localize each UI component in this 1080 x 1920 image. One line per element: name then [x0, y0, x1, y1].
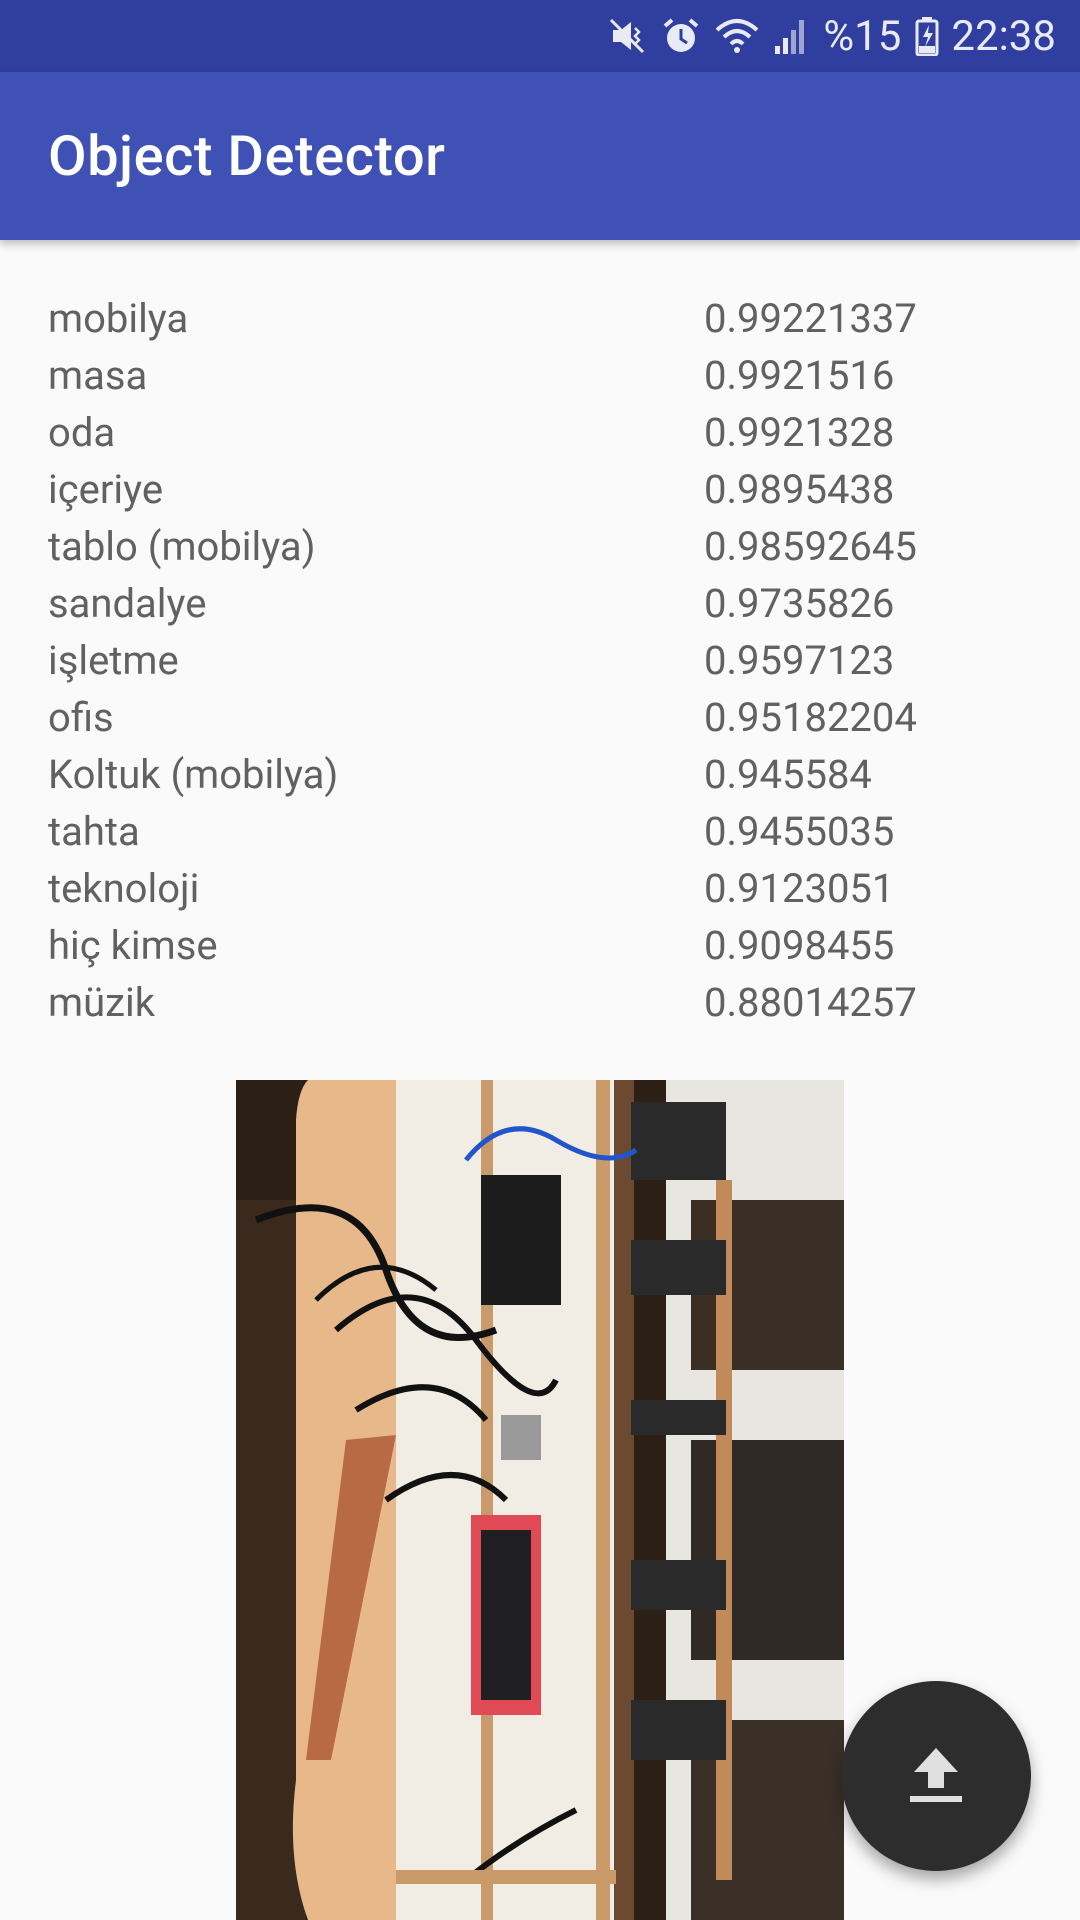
result-label: teknoloji	[48, 865, 200, 912]
result-row: tahta 0.9455035	[48, 803, 1032, 860]
result-row: oda 0.9921328	[48, 404, 1032, 461]
result-score: 0.95182204	[704, 694, 917, 741]
result-row: masa 0.9921516	[48, 347, 1032, 404]
result-label: sandalye	[48, 580, 207, 627]
result-label: tablo (mobilya)	[48, 523, 316, 570]
result-label: Koltuk (mobilya)	[48, 751, 339, 798]
app-bar: Object Detector	[0, 72, 1080, 240]
result-row: işletme 0.9597123	[48, 632, 1032, 689]
result-label: işletme	[48, 637, 179, 684]
signal-icon	[773, 16, 809, 56]
result-score: 0.9098455	[704, 922, 895, 969]
result-label: hiç kimse	[48, 922, 218, 969]
result-score: 0.9895438	[704, 466, 895, 513]
result-score: 0.9921328	[704, 409, 895, 456]
analyzed-photo	[236, 1080, 844, 1920]
result-label: içeriye	[48, 466, 164, 513]
result-row: tablo (mobilya) 0.98592645	[48, 518, 1032, 575]
result-label: tahta	[48, 808, 140, 855]
result-row: içeriye 0.9895438	[48, 461, 1032, 518]
result-row: müzik 0.88014257	[48, 974, 1032, 1031]
result-score: 0.9735826	[704, 580, 895, 627]
result-score: 0.9123051	[704, 865, 895, 912]
clock: 22:38	[951, 11, 1056, 61]
result-row: sandalye 0.9735826	[48, 575, 1032, 632]
app-title: Object Detector	[48, 123, 446, 189]
battery-charging-icon	[915, 16, 939, 56]
result-score: 0.945584	[704, 751, 872, 798]
result-label: masa	[48, 352, 148, 399]
upload-icon	[898, 1736, 974, 1816]
result-score: 0.9597123	[704, 637, 895, 684]
mute-vibrate-icon	[607, 16, 647, 56]
result-row: ofis 0.95182204	[48, 689, 1032, 746]
result-row: hiç kimse 0.9098455	[48, 917, 1032, 974]
result-label: ofis	[48, 694, 114, 741]
result-row: Koltuk (mobilya) 0.945584	[48, 746, 1032, 803]
result-score: 0.98592645	[704, 523, 917, 570]
result-score: 0.9455035	[704, 808, 895, 855]
detection-results-list: mobilya 0.99221337 masa 0.9921516 oda 0.992…	[48, 290, 1032, 1031]
result-score: 0.9921516	[704, 352, 895, 399]
result-label: mobilya	[48, 295, 189, 342]
wifi-icon	[715, 16, 759, 56]
result-row: teknoloji 0.9123051	[48, 860, 1032, 917]
result-score: 0.99221337	[704, 295, 917, 342]
result-label: müzik	[48, 979, 155, 1026]
upload-button[interactable]	[841, 1681, 1031, 1871]
alarm-icon	[661, 16, 701, 56]
result-row: mobilya 0.99221337	[48, 290, 1032, 347]
result-label: oda	[48, 409, 116, 456]
battery-percent: %15	[823, 11, 902, 61]
status-bar: %15 22:38	[0, 0, 1080, 72]
result-score: 0.88014257	[704, 979, 917, 1026]
